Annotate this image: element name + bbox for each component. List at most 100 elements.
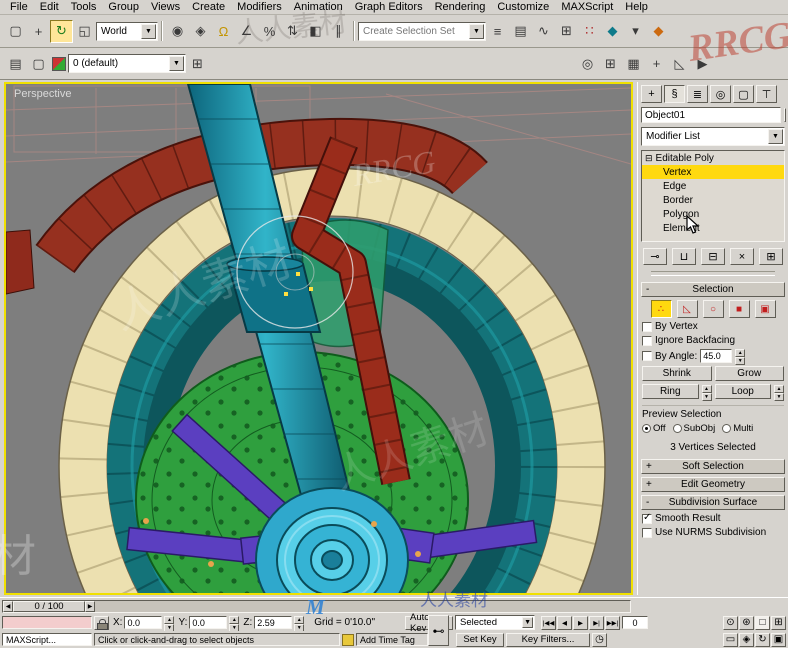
menu-item-views[interactable]: Views	[145, 0, 186, 14]
key-filters-button[interactable]: Key Filters...	[506, 632, 590, 647]
remove-modifier-icon[interactable]: ×	[730, 248, 754, 265]
chevron-down-icon[interactable]: ▼	[169, 56, 184, 71]
render-type-icon[interactable]: ▾	[624, 19, 647, 43]
curve-editor-icon[interactable]: ∿	[532, 19, 555, 43]
menu-item-animation[interactable]: Animation	[288, 0, 349, 14]
macro-recorder-field[interactable]	[2, 616, 92, 629]
active-layer-swatch[interactable]	[52, 56, 66, 71]
menu-item-graph-editors[interactable]: Graph Editors	[349, 0, 429, 14]
border-subobject-button[interactable]: ○	[702, 300, 724, 318]
select-and-manipulate-icon[interactable]: ◈	[189, 19, 212, 43]
chevron-down-icon[interactable]: ▼	[768, 129, 783, 144]
menu-item-modifiers[interactable]: Modifiers	[231, 0, 288, 14]
menu-item-create[interactable]: Create	[186, 0, 231, 14]
configure-modifier-sets-icon[interactable]: ⊞	[759, 248, 783, 265]
stack-item-border[interactable]: Border	[642, 193, 784, 207]
selection-region-icon[interactable]: ▢	[4, 19, 27, 43]
x-spinner[interactable]: ▲ ▼	[164, 615, 175, 632]
schematic-view-icon[interactable]: ⊞	[555, 19, 578, 43]
by-vertex-checkbox[interactable]	[642, 321, 652, 332]
reference-coordinate-dropdown[interactable]: World ▼	[96, 21, 158, 41]
named-sets-icon[interactable]: ≡	[486, 19, 509, 43]
select-and-scale-icon[interactable]: ◱	[73, 19, 96, 43]
stack-item-edge[interactable]: Edge	[642, 179, 784, 193]
menu-item-edit[interactable]: Edit	[34, 0, 65, 14]
tab-create[interactable]: +	[641, 85, 662, 103]
next-frame-button[interactable]: ▶|	[589, 615, 605, 630]
loop-spinner[interactable]: ▲ ▼	[774, 384, 784, 401]
tab-utilities[interactable]: ⊤	[756, 85, 777, 103]
make-unique-icon[interactable]: ⊟	[701, 248, 725, 265]
y-spinner[interactable]: ▲ ▼	[229, 615, 240, 632]
axis-constraint-icon[interactable]: +	[645, 52, 668, 75]
menu-item-file[interactable]: File	[4, 0, 34, 14]
pattern-snap-icon[interactable]: ▦	[622, 52, 645, 75]
isolate-selection-icon[interactable]: ◎	[576, 52, 599, 75]
viewport-label[interactable]: Perspective	[14, 88, 71, 100]
object-color-swatch[interactable]	[784, 108, 786, 122]
stack-item-editable-poly[interactable]: ⊟ Editable Poly	[642, 151, 784, 165]
select-and-move-icon[interactable]: +	[27, 19, 50, 43]
stack-item-polygon[interactable]: Polygon	[642, 207, 784, 221]
go-to-start-button[interactable]: |◀◀	[541, 615, 557, 630]
tab-hierarchy[interactable]: ≣	[687, 85, 708, 103]
smooth-result-checkbox[interactable]	[642, 512, 652, 524]
layer-manager-icon[interactable]: ▤	[509, 19, 532, 43]
tab-motion[interactable]: ◎	[710, 85, 731, 103]
ignore-backfacing-checkbox[interactable]	[642, 335, 652, 346]
angle-snap-icon[interactable]: ∠	[235, 19, 258, 43]
x-coordinate-field[interactable]	[124, 616, 163, 629]
percent-snap-icon[interactable]: %	[258, 19, 281, 43]
expand-icon[interactable]: ⊟	[645, 153, 653, 164]
viewport-canvas[interactable]	[5, 83, 632, 648]
menu-item-customize[interactable]: Customize	[491, 0, 555, 14]
object-name-field[interactable]	[641, 107, 781, 123]
rollout-selection[interactable]: - Selection	[641, 282, 785, 297]
add-time-tag-field[interactable]: Add Time Tag	[356, 633, 428, 646]
selection-lock-icon[interactable]	[94, 615, 109, 630]
ring-spinner[interactable]: ▲ ▼	[701, 384, 712, 401]
current-frame-field[interactable]	[622, 616, 649, 629]
shrink-button[interactable]: Shrink	[642, 366, 712, 381]
next-frame-arrow[interactable]: ▶	[85, 600, 95, 612]
stack-item-element[interactable]: Element	[642, 221, 784, 235]
layer-dropdown[interactable]: 0 (default) ▼	[68, 54, 186, 73]
material-editor-icon[interactable]: ∷	[578, 19, 601, 43]
ring-button[interactable]: Ring	[642, 384, 699, 399]
zoom-all-icon[interactable]: ⊛	[739, 615, 754, 630]
chevron-down-icon[interactable]: ▼	[141, 23, 156, 39]
perspective-viewport[interactable]: Perspective	[4, 82, 633, 648]
use-pivot-center-icon[interactable]: ◉	[166, 19, 189, 43]
tab-display[interactable]: ▢	[733, 85, 754, 103]
set-key-button[interactable]: Set Key	[456, 632, 504, 647]
pan-icon[interactable]: ◈	[739, 632, 754, 647]
polygon-subobject-button[interactable]: ■	[728, 300, 750, 318]
use-nurms-checkbox[interactable]	[642, 527, 652, 538]
play-button[interactable]: ▶	[573, 615, 589, 630]
maximize-viewport-icon[interactable]: ▣	[771, 632, 786, 647]
menu-item-rendering[interactable]: Rendering	[429, 0, 492, 14]
key-selection-dropdown[interactable]: Selected ▼	[455, 615, 536, 630]
loop-button[interactable]: Loop	[714, 384, 771, 399]
panel-splitter[interactable]	[651, 271, 775, 276]
layer-list-icon[interactable]: ▤	[4, 52, 27, 75]
red-object-fragment[interactable]	[5, 229, 35, 295]
previous-frame-arrow[interactable]: ◀	[3, 600, 13, 612]
menu-item-tools[interactable]: Tools	[65, 0, 103, 14]
tab-modify[interactable]: §	[664, 85, 685, 103]
angle-value-field[interactable]	[700, 349, 733, 363]
go-to-end-button[interactable]: ▶▶|	[605, 615, 621, 630]
menu-item-help[interactable]: Help	[619, 0, 654, 14]
time-slider-handle[interactable]: 0 / 100	[13, 600, 85, 612]
create-new-layer-icon[interactable]: ⊞	[186, 52, 209, 75]
edge-constraint-icon[interactable]: ◺	[668, 52, 691, 75]
align-icon[interactable]: ∥	[327, 19, 350, 43]
angle-spinner[interactable]: ▲ ▼	[735, 349, 746, 365]
menu-item-maxscript[interactable]: MAXScript	[555, 0, 619, 14]
named-selection-set-combo[interactable]: Create Selection Set ▼	[358, 21, 486, 41]
grid-snap-icon[interactable]: ⊞	[599, 52, 622, 75]
time-slider-track[interactable]: ◀ 0 / 100 ▶	[2, 599, 631, 613]
show-end-result-icon[interactable]: ⊔	[672, 248, 696, 265]
select-layer-objects-icon[interactable]: ▢	[27, 52, 50, 75]
rollout-soft-selection[interactable]: + Soft Selection	[641, 459, 785, 474]
